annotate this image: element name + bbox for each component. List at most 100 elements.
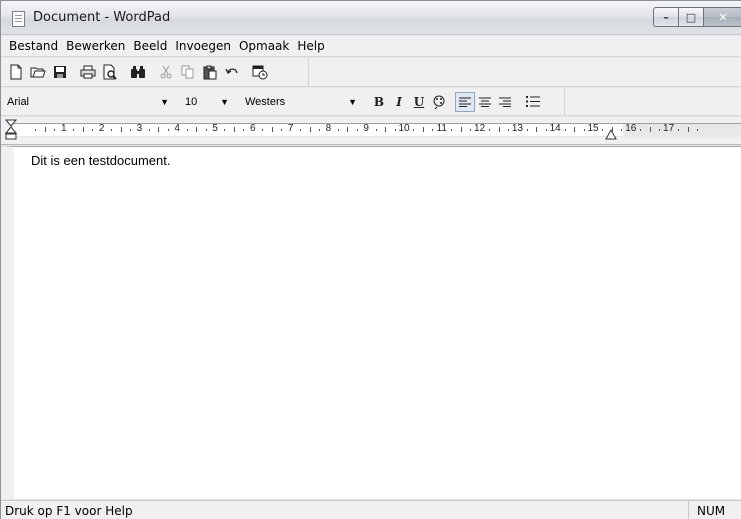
ruler-tick [640,129,642,131]
ruler-tick [224,129,226,131]
close-icon: ✕ [718,10,728,24]
font-size-combo[interactable]: 10 ▼ [181,92,233,111]
font-size-value: 10 [185,95,198,108]
document-editor[interactable]: Dit is een testdocument. [1,146,741,499]
chevron-down-icon[interactable]: ▼ [160,97,169,107]
ruler-tick [696,129,698,131]
ruler-tick [432,129,434,131]
chevron-down-icon[interactable]: ▼ [220,97,229,107]
undo-icon[interactable] [221,61,243,83]
script-combo[interactable]: Westers ▼ [241,92,361,111]
ruler-number: 17 [663,123,675,134]
menu-opmaak[interactable]: Opmaak [235,39,293,53]
ruler-number: 16 [625,123,637,134]
wordpad-app-icon[interactable] [12,11,25,27]
bold-button[interactable]: B [369,92,389,112]
minimize-button[interactable]: – [653,7,679,27]
ruler-tick [120,127,122,132]
ruler-number: 9 [363,123,369,134]
ruler-tick [687,127,689,132]
ruler-tick [526,129,528,131]
ruler-number: 2 [98,123,105,134]
ruler-tick [545,129,547,131]
copy-icon[interactable] [177,61,199,83]
chevron-down-icon[interactable]: ▼ [348,97,357,107]
ruler-tick [356,129,358,131]
ruler-tick [73,129,75,131]
ruler-tick [129,129,131,131]
new-document-icon[interactable] [5,61,27,83]
ruler-number: 7 [287,123,294,134]
ruler-number: 10 [398,123,410,134]
paste-clipboard-icon[interactable] [199,61,221,83]
italic-button[interactable]: I [389,92,409,112]
maximize-button[interactable]: □ [678,7,704,27]
ruler-tick [347,127,349,132]
ruler-number: 4 [174,123,180,134]
cut-scissors-icon[interactable] [155,61,177,83]
title-bar[interactable]: Document - WordPad – □ ✕ [1,1,741,35]
menu-bestand[interactable]: Bestand [5,39,62,53]
indent-marker-icon[interactable] [5,119,19,141]
ruler-tick [621,129,623,131]
ruler-tick [196,127,198,132]
ruler-tick [186,129,188,131]
menu-beeld[interactable]: Beeld [129,39,171,53]
ruler-number: 14 [549,123,561,134]
ruler-tick [460,127,462,132]
ruler-tick [394,129,396,131]
status-bar: Druk op F1 voor Help NUM [1,500,741,519]
find-binoculars-icon[interactable] [127,61,149,83]
save-disk-icon[interactable] [49,61,71,83]
ruler-tick [337,129,339,131]
ruler-number: 13 [511,123,523,134]
print-icon[interactable] [77,61,99,83]
align-left-icon[interactable] [455,91,475,112]
ruler-number: 11 [436,123,447,134]
ruler-tick [82,127,84,132]
ruler-tick [583,129,585,131]
menu-bewerken[interactable]: Bewerken [62,39,129,53]
ruler-tick [111,129,113,131]
wordpad-window: Document - WordPad – □ ✕ Bestand Bewerke… [0,0,741,519]
ruler-tick [35,129,37,131]
ruler-tick [318,129,320,131]
ruler-tick [271,127,273,132]
font-name-combo[interactable]: Arial ▼ [3,92,173,111]
bullet-list-icon[interactable] [523,92,543,112]
ruler-tick [498,127,500,132]
ruler-tick [375,129,377,131]
ruler-tick [262,129,264,131]
ruler-tick [300,129,302,131]
close-button[interactable]: ✕ [703,7,741,27]
document-text[interactable]: Dit is een testdocument. [31,153,170,168]
ruler-tick [233,127,235,132]
menu-invoegen[interactable]: Invoegen [171,39,235,53]
ruler-tick [507,129,509,131]
ruler-tick [564,129,566,131]
underline-button[interactable]: U [409,92,429,112]
print-preview-icon[interactable] [99,61,121,83]
open-folder-icon[interactable] [27,61,49,83]
ruler[interactable]: 1 2 3 4 5 6 7 8 9 10 11 12 13 14 15 16 17 [1,117,741,145]
ruler-tick [489,129,491,131]
ruler-number: 15 [587,123,599,134]
ruler-tick [205,129,207,131]
ruler-tick [678,129,680,131]
ruler-number: 1 [61,123,67,134]
ruler-tick [281,129,283,131]
ruler-tick [158,127,160,132]
align-center-icon[interactable] [475,92,495,112]
ruler-tick [536,127,538,132]
ruler-tick [44,127,46,132]
status-help-text: Druk op F1 voor Help [5,503,133,518]
insert-datetime-icon[interactable] [249,61,271,83]
align-right-icon[interactable] [495,92,515,112]
ruler-number: 6 [250,123,256,134]
ruler-number: 3 [136,123,143,134]
ruler-tick [470,129,472,131]
menu-help[interactable]: Help [293,39,328,53]
format-toolbar: Arial ▼ 10 ▼ Westers ▼ B I U [1,88,741,116]
palette-icon[interactable] [429,92,449,112]
ruler-number: 5 [212,123,218,134]
